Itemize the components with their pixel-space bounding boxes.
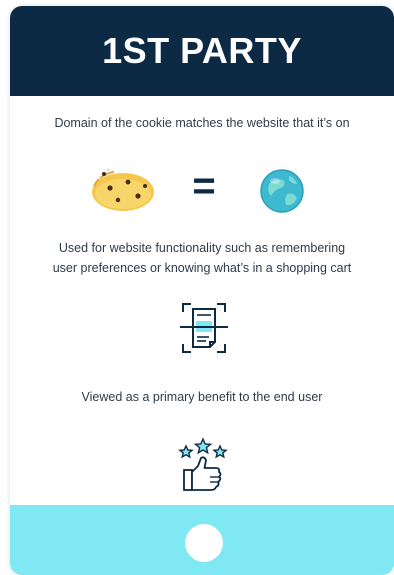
card-title: 1ST PARTY bbox=[102, 30, 302, 71]
benefit-text: Viewed as a primary benefit to the end u… bbox=[81, 390, 323, 404]
functionality-text-line-2: user preferences or knowing what’s in a … bbox=[52, 261, 352, 275]
globe-icon bbox=[260, 169, 304, 213]
domain-match-text: Domain of the cookie matches the website… bbox=[54, 116, 350, 130]
equals-sign: = bbox=[192, 164, 216, 208]
functionality-text-line-1: Used for website functionality such as r… bbox=[58, 241, 346, 255]
thumbs-up-stars-icon bbox=[178, 437, 228, 491]
card-header: 1ST PARTY bbox=[10, 6, 394, 96]
circle-button[interactable] bbox=[185, 524, 223, 562]
cookie-icon bbox=[92, 168, 154, 211]
scanner-document-icon bbox=[180, 303, 228, 353]
info-card: 1ST PARTY Domain of the cookie matches t… bbox=[10, 6, 394, 575]
functionality-text: Used for website functionality such as r… bbox=[10, 238, 394, 278]
card-footer bbox=[10, 505, 394, 575]
